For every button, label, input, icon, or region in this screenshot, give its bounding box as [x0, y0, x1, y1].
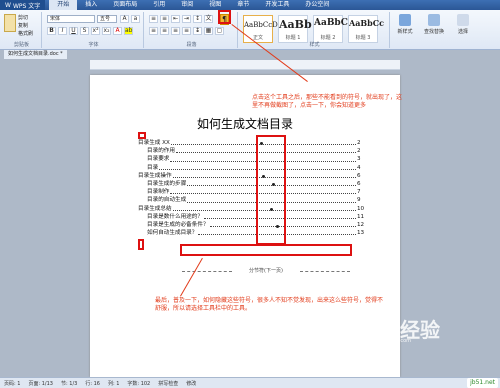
tab-developer[interactable]: 开发工具 [257, 0, 297, 10]
tab-sections[interactable]: 章节 [229, 0, 257, 10]
status-bar: 页码: 1 页面: 1/13 节: 1/3 行: 16 列: 1 字数: 102… [0, 377, 500, 388]
copy-button[interactable]: 复制 [18, 22, 28, 29]
status-section: 节: 1/3 [60, 380, 78, 387]
toc-row[interactable]: 目录 4 [138, 164, 364, 172]
font-group: 宋体 五号 A a B I U S x² x₂ A ab 字体 [44, 12, 144, 48]
tab-review[interactable]: 审阅 [173, 0, 201, 10]
shading-icon[interactable]: ▦ [204, 27, 213, 35]
superscript-icon[interactable]: x² [91, 27, 100, 35]
align-center-icon[interactable]: ≡ [160, 27, 169, 35]
font-name-select[interactable]: 宋体 [47, 15, 95, 23]
status-word-count: 字数: 102 [127, 380, 151, 387]
document-title: 如何生成文档目录 [196, 117, 293, 131]
toc-row[interactable]: 目录生成总结 10 [138, 205, 364, 213]
tab-insert[interactable]: 插入 [77, 0, 105, 10]
subscript-icon[interactable]: x₂ [102, 27, 111, 35]
grow-font-icon[interactable]: A [120, 15, 129, 23]
menu-tabs: 开始 插入 页面布局 引用 审阅 视图 章节 开发工具 办公空间 [49, 0, 337, 10]
style-normal[interactable]: AaBbCcDd 正文 [243, 15, 282, 43]
cursor-icon [457, 14, 469, 26]
ribbon: 剪切 复制 格式刷 剪贴板 宋体 五号 A a B I U S x² x₂ A … [0, 10, 500, 50]
table-of-contents: 目录生成 XX 2 目录的作用 2 目录要求 3 目录 4 目录生成操作 6 目录生成的步… [138, 139, 364, 237]
font-label: 字体 [88, 42, 99, 48]
toc-row[interactable]: 目录生成 XX 2 [138, 139, 364, 147]
status-page-number: 页码: 1 [4, 380, 21, 387]
align-right-icon[interactable]: ≡ [171, 27, 180, 35]
tab-home[interactable]: 开始 [49, 0, 78, 10]
status-page: 页面: 1/13 [28, 380, 53, 387]
find-replace-button[interactable]: 查找替换 [420, 13, 448, 43]
styles-group: AaBbCcDd 正文 AaBb 标题 1 AaBbC 标题 2 AaBbCc … [240, 12, 390, 48]
highlight-box-paragraph-mark [138, 132, 146, 139]
toc-row[interactable]: 目录的作用 2 [138, 147, 364, 155]
toc-row[interactable]: 目录的自动生成 9 [138, 196, 364, 204]
new-style-icon [399, 14, 411, 26]
decrease-indent-icon[interactable]: ⇤ [171, 15, 180, 23]
sort-icon[interactable]: ↕ [193, 15, 202, 23]
baidu-watermark: Baidu 经验 jingyan.baidu.com [328, 318, 440, 344]
tab-page-layout[interactable]: 页面布局 [105, 0, 145, 10]
style-heading-3[interactable]: AaBbCc 标题 3 [348, 15, 384, 43]
strikethrough-icon[interactable]: S [80, 27, 89, 35]
status-column: 列: 1 [107, 380, 120, 387]
clipboard-group: 剪切 复制 格式刷 剪贴板 [2, 12, 42, 48]
bold-icon[interactable]: B [47, 27, 56, 35]
toc-row[interactable]: 目录生成的步骤 6 [138, 180, 364, 188]
increase-indent-icon[interactable]: ⇥ [182, 15, 191, 23]
toc-row[interactable]: 如何自动生成目录？ 13 [138, 229, 364, 237]
font-size-select[interactable]: 五号 [97, 15, 117, 23]
toc-row[interactable]: 目录制作 7 [138, 188, 364, 196]
italic-icon[interactable]: I [58, 27, 67, 35]
shrink-font-icon[interactable]: a [131, 15, 140, 23]
clipboard-label: 剪贴板 [13, 42, 29, 48]
highlight-box-section-break [180, 244, 352, 256]
paste-icon[interactable] [4, 14, 16, 32]
toc-row[interactable]: 目录是数什么用途的？ 11 [138, 213, 364, 221]
status-spell-check[interactable]: 拼写检查 [158, 380, 178, 387]
wps-logo-icon: W [5, 1, 11, 9]
select-button[interactable]: 选择 [452, 13, 474, 43]
status-track-changes[interactable]: 修改 [186, 380, 196, 387]
borders-icon[interactable]: ▢ [215, 27, 224, 35]
highlight-box-tab-marks [256, 135, 286, 245]
line-spacing-icon[interactable]: ↨ [193, 27, 202, 35]
bullets-icon[interactable]: ≡ [149, 15, 158, 23]
style-heading-2[interactable]: AaBbC 标题 2 [313, 15, 348, 43]
justify-icon[interactable]: ≡ [182, 27, 191, 35]
underline-icon[interactable]: U [69, 27, 78, 35]
highlight-icon[interactable]: ab [124, 27, 133, 35]
highlight-box-pilcrow [218, 10, 231, 24]
chinese-layout-icon[interactable]: 文 [204, 15, 213, 23]
cut-button[interactable]: 剪切 [18, 14, 28, 21]
annotation-bottom: 最后，普及一下，如何隐藏这些符号，很多人不知不觉发现，出来这么些符号，觉得不舒服… [155, 297, 384, 312]
toc-row[interactable]: 目录要求 3 [138, 155, 364, 163]
app-menu-button[interactable]: W WPS 文字 [0, 0, 46, 10]
binoculars-icon [428, 14, 440, 26]
ruler [90, 60, 400, 70]
new-style-button[interactable]: 新样式 [394, 13, 416, 43]
brand-tag: jb51.net [467, 378, 498, 388]
paragraph-label: 段落 [186, 42, 197, 48]
tab-office-space[interactable]: 办公空间 [297, 0, 337, 10]
document-tab[interactable]: 如何生成文档目录.doc * [4, 50, 67, 59]
app-name: WPS 文字 [12, 2, 41, 10]
align-left-icon[interactable]: ≡ [149, 27, 158, 35]
style-heading-1[interactable]: AaBb 标题 1 [278, 15, 312, 43]
section-break: 分节符(下一页) [182, 267, 350, 275]
tab-view[interactable]: 视图 [201, 0, 229, 10]
font-color-icon[interactable]: A [113, 27, 122, 35]
highlight-box-line-mark [138, 239, 144, 250]
format-painter-button[interactable]: 格式刷 [18, 30, 33, 37]
annotation-top: 点击这个工具之后，那些不能看到的符号，就出现了，这里不再做截图了，点击一下，你会… [252, 94, 403, 109]
tab-references[interactable]: 引用 [145, 0, 173, 10]
toc-row[interactable]: 目录是生成的必备条件？ 12 [138, 221, 364, 229]
toc-row[interactable]: 目录生成操作 6 [138, 172, 364, 180]
menu-bar: W WPS 文字 开始 插入 页面布局 引用 审阅 视图 章节 开发工具 办公空… [0, 0, 500, 10]
numbering-icon[interactable]: ≡ [160, 15, 169, 23]
status-line: 行: 16 [85, 380, 100, 387]
